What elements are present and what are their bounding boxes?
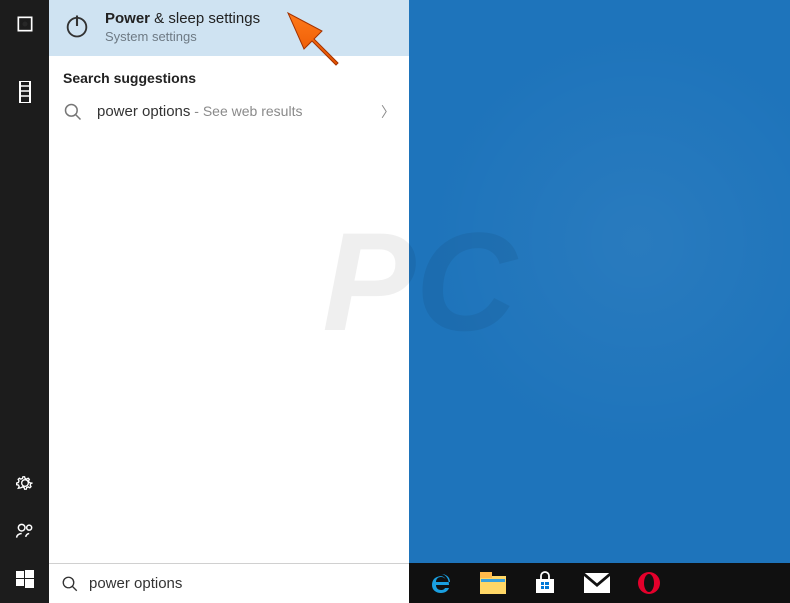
start-icon[interactable] — [0, 555, 49, 603]
taskbar-opera-icon[interactable] — [635, 569, 663, 597]
feedback-icon[interactable] — [0, 507, 49, 555]
rail-home-icon[interactable] — [0, 0, 49, 48]
rail-apps-icon[interactable] — [0, 68, 49, 116]
search-panel: Power & sleep settings System settings S… — [49, 0, 409, 603]
cortana-rail — [0, 0, 49, 603]
taskbar-edge-icon[interactable] — [427, 569, 455, 597]
search-box[interactable] — [49, 563, 409, 603]
web-suggestion[interactable]: power options - See web results 〉 — [49, 94, 409, 130]
best-match-result[interactable]: Power & sleep settings System settings — [49, 0, 409, 56]
search-icon — [61, 575, 79, 593]
taskbar-store-icon[interactable] — [531, 569, 559, 597]
search-suggestions-header: Search suggestions — [49, 56, 409, 94]
search-icon — [63, 102, 83, 122]
best-match-text: Power & sleep settings System settings — [105, 10, 260, 44]
power-icon — [63, 12, 91, 40]
taskbar-mail-icon[interactable] — [583, 569, 611, 597]
search-input[interactable] — [89, 575, 397, 592]
taskbar-explorer-icon[interactable] — [479, 569, 507, 597]
suggestion-text: power options - See web results — [97, 103, 302, 121]
taskbar — [409, 563, 790, 603]
settings-icon[interactable] — [0, 459, 49, 507]
best-match-title: Power & sleep settings — [105, 10, 260, 27]
desktop — [409, 0, 790, 603]
chevron-right-icon: 〉 — [381, 102, 395, 122]
best-match-subtitle: System settings — [105, 29, 260, 44]
